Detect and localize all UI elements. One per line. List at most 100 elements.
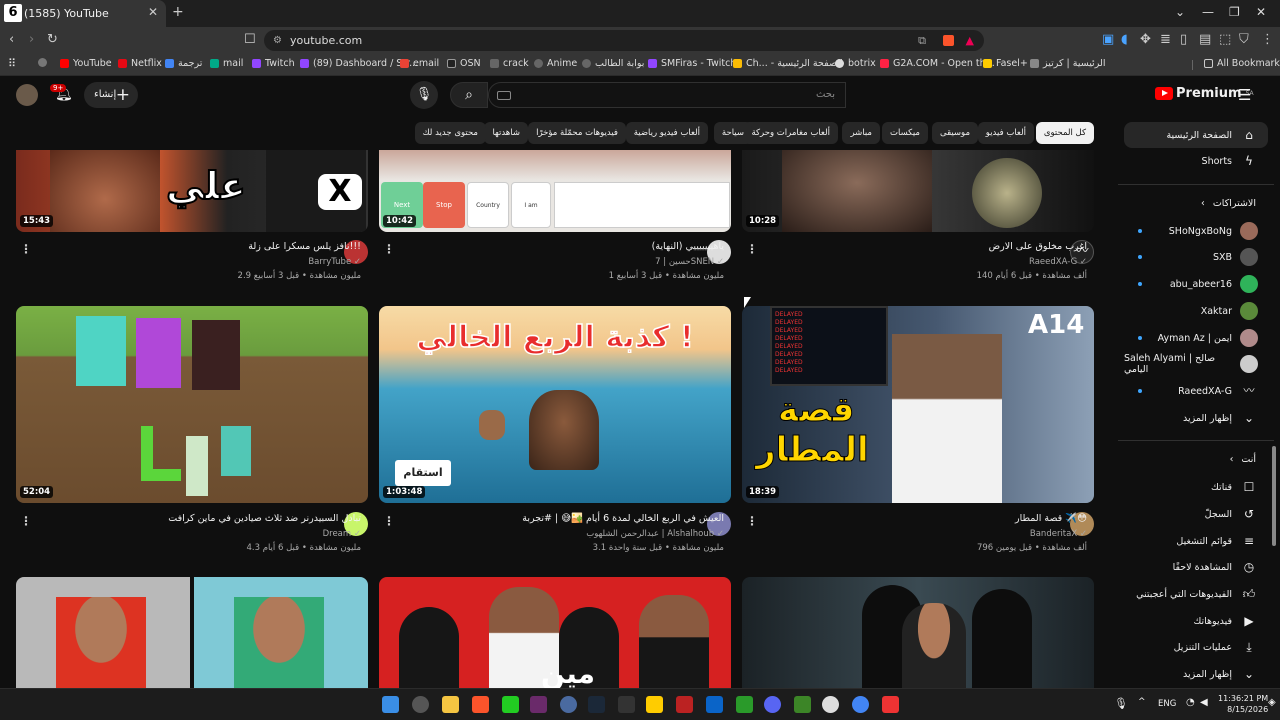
chrome-icon[interactable] (852, 696, 869, 713)
bookmark-item[interactable]: Anime (534, 58, 577, 69)
xbox-icon[interactable] (736, 696, 753, 713)
chip[interactable]: شاهدتها (484, 122, 528, 144)
channel-name[interactable]: Dream ✓ (323, 529, 361, 539)
mail-icon[interactable] (706, 696, 723, 713)
forward-icon[interactable]: › (29, 32, 34, 47)
video-title[interactable]: اغرب مخلوق على الارض (989, 241, 1087, 252)
video-thumbnail[interactable]: DELAYED DELAYED DELAYED DELAYED DELAYED DELAY… (742, 306, 1094, 503)
bookmark-item[interactable]: الرئيسية | كرتيز (1030, 58, 1105, 69)
wallet-icon[interactable]: ▤ (1199, 32, 1211, 47)
language-indicator[interactable]: ENG (1158, 699, 1176, 709)
sidebar-item-subscription[interactable]: RaeedXA-G 〰 (1124, 378, 1268, 404)
more-actions-icon[interactable]: ⋮ (746, 242, 758, 256)
clock[interactable]: 11:36:21 PM 8/15/2026 (1218, 693, 1268, 715)
bookmark-item[interactable]: G2A.COM - Open th... (880, 58, 995, 69)
site-info-icon[interactable]: ⚙ (273, 30, 282, 51)
chip[interactable]: ميكسات (882, 122, 928, 144)
back-icon[interactable]: ‹ (9, 32, 14, 47)
video-title[interactable]: ياهيييييييي (النهاية) (652, 241, 724, 252)
bookmark-item[interactable]: botrix (835, 58, 876, 69)
chip[interactable]: محتوى جديد لك (414, 122, 486, 144)
sidebar-show-more[interactable]: إظهار المزيد ⌄ (1124, 405, 1268, 431)
bookmark-item[interactable]: email (400, 58, 439, 69)
bookmark-item[interactable] (38, 58, 47, 67)
all-bookmarks[interactable]: All Bookmarks (1204, 58, 1280, 69)
sidebar-item-subscription[interactable]: SHoNgxBoNg (1124, 218, 1268, 244)
sidebar-item-home[interactable]: الصفحة الرئيسية ⌂ (1124, 122, 1268, 148)
sidebar-item-subscription[interactable]: Saleh Alyami | صالح اليامي (1124, 351, 1268, 377)
chip-all[interactable]: كل المحتوى (1035, 122, 1094, 144)
app-icon[interactable] (822, 696, 839, 713)
video-thumbnail[interactable] (742, 577, 1094, 688)
video-title[interactable]: قصة المطار ✈️😳 (1015, 513, 1087, 524)
maximize-icon[interactable]: ❐ (1229, 5, 1240, 19)
bookmark-item[interactable]: Ch... - الصفحة الرئيسية (733, 58, 843, 69)
sidebar-item-watch-later[interactable]: المشاهدة لاحقًا ◷ (1124, 554, 1268, 580)
chip[interactable]: سياحة (713, 122, 752, 144)
sidebar-item-liked[interactable]: الفيديوهات التي أعجبتني 👍︎ (1124, 581, 1268, 607)
video-title[interactable]: نافز يلس مسكرا على زلة!!! (248, 241, 361, 252)
you-header[interactable]: ‹ أنت (1124, 454, 1268, 465)
close-tab-icon[interactable]: ✕ (148, 5, 158, 19)
create-button[interactable]: إنشاء + (84, 82, 138, 108)
brave-shields-icon[interactable] (943, 35, 954, 46)
brave-rewards-icon[interactable]: ▲ (966, 30, 974, 51)
sidebar-icon[interactable]: ▯ (1180, 32, 1187, 47)
file-explorer-icon[interactable] (442, 696, 459, 713)
sidebar-item-shorts[interactable]: Shorts ϟ (1124, 148, 1268, 174)
video-title[interactable]: تبادل السبيدرنر ضد ثلاث صيادين في ماين ك… (168, 513, 361, 524)
search-input[interactable]: بحث (488, 82, 846, 108)
video-thumbnail[interactable]: Next Stop Country I am 10:42 (379, 150, 731, 232)
channel-name[interactable]: عبدالرحمن الشلهوب | Alshalhoub ✓ (586, 529, 724, 539)
bookmark-item[interactable]: YouTube (60, 58, 112, 69)
extension-audio-icon[interactable]: ◖ (1121, 32, 1128, 47)
bookmark-item[interactable]: SMFiras - Twitch (648, 58, 736, 69)
microphone-icon[interactable]: 🎙︎ (1114, 697, 1128, 710)
sidebar-item-subscription[interactable]: Ayman Az | ايمن (1124, 325, 1268, 351)
notification-center-icon[interactable]: ◈ (1268, 697, 1276, 708)
menu-icon[interactable]: ⋮ (1261, 32, 1274, 47)
sidebar-item-your-channel[interactable]: قناتك ☐ (1124, 474, 1268, 500)
search-button[interactable]: ⌕ (450, 82, 488, 108)
app-icon[interactable] (502, 696, 519, 713)
tray-chevron-icon[interactable]: ^ (1138, 697, 1146, 707)
sidebar-item-subscription[interactable]: Xaktar (1124, 298, 1268, 324)
more-actions-icon[interactable]: ⋮ (20, 514, 32, 528)
tab-search-icon[interactable]: ⌄ (1175, 5, 1185, 19)
app-icon[interactable] (530, 696, 547, 713)
video-thumbnail[interactable]: مين (379, 577, 731, 688)
video-thumbnail[interactable]: كذبة الربع الخالي ! استقام 1:03:48 (379, 306, 731, 503)
app-icon[interactable] (560, 696, 577, 713)
vpn-icon[interactable]: ⬚ (1219, 32, 1231, 47)
brave-icon[interactable] (472, 696, 489, 713)
video-title[interactable]: العيش في الربع الخالي لمدة 6 أيام 🏜️😅 | … (522, 513, 724, 524)
more-actions-icon[interactable]: ⋮ (383, 514, 395, 528)
sidebar-show-more[interactable]: إظهار المزيد ⌄ (1124, 661, 1268, 687)
new-tab-button[interactable]: + (172, 4, 184, 20)
extensions-icon[interactable]: ✥ (1140, 32, 1151, 47)
apps-icon[interactable]: ⠿ (8, 57, 16, 70)
keyboard-icon[interactable] (497, 91, 511, 100)
bookmark-item[interactable]: ترجمة (165, 58, 202, 69)
extension-translate-icon[interactable]: ▣ (1102, 32, 1114, 47)
minecraft-icon[interactable] (794, 696, 811, 713)
more-actions-icon[interactable]: ⋮ (20, 242, 32, 256)
address-bar[interactable]: ⚙ youtube.com ⧉ ▲ (264, 30, 984, 51)
reload-icon[interactable]: ↻ (47, 32, 58, 47)
chip[interactable]: ألعاب فيديو رياضية (625, 122, 708, 144)
more-actions-icon[interactable]: ⋮ (746, 514, 758, 528)
bookmark-item[interactable]: Netflix (118, 58, 162, 69)
reading-list-icon[interactable]: ≣ (1160, 32, 1171, 47)
wifi-icon[interactable]: ◔ (1186, 697, 1195, 708)
app-icon[interactable] (676, 696, 693, 713)
app-icon[interactable] (412, 696, 429, 713)
sidebar-item-subscription[interactable]: abu_abeer16 (1124, 271, 1268, 297)
video-thumbnail[interactable]: علي X 15:43 (16, 150, 368, 232)
voice-search-icon[interactable]: 🎙︎ (410, 81, 438, 109)
bookmark-item[interactable]: بوابة الطالب (582, 58, 644, 69)
chip[interactable]: فيديوهات محمّلة مؤخرًا (528, 122, 626, 144)
video-thumbnail[interactable] (16, 577, 368, 688)
epic-games-icon[interactable] (618, 696, 635, 713)
bookmark-item[interactable]: Twitch (252, 58, 295, 69)
sidebar-item-subscription[interactable]: SXB (1124, 244, 1268, 270)
